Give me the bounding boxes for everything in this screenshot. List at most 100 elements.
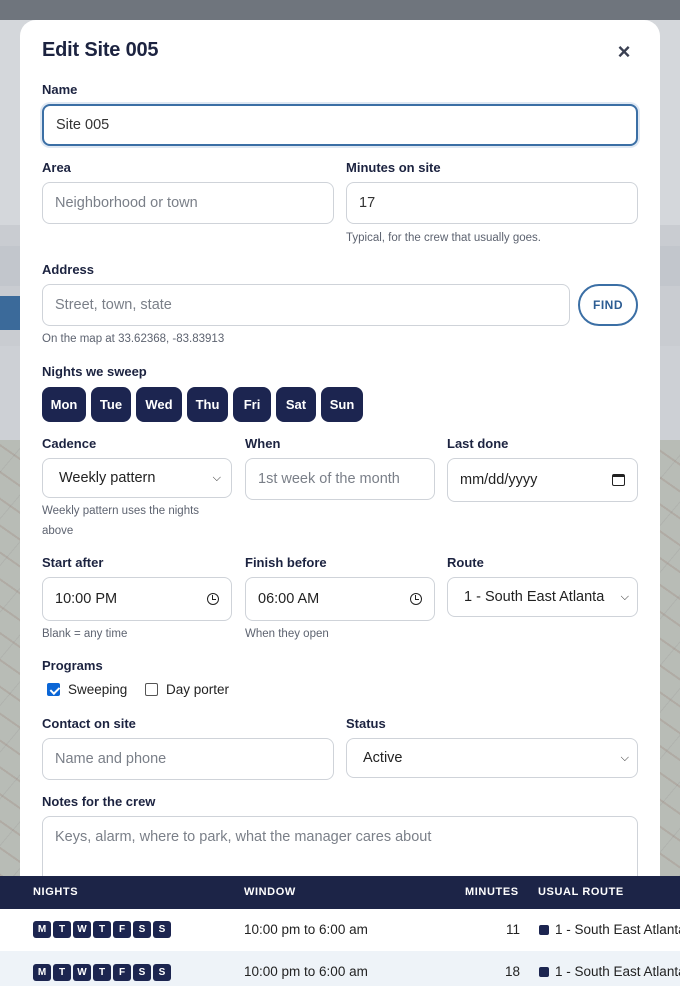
day-toggle-sun[interactable]: Sun [321, 387, 363, 422]
row-route-label: 1 - South East Atlanta [555, 922, 680, 937]
address-help: On the map at 33.62368, -83.83913 [42, 333, 225, 345]
cadence-select[interactable]: Weekly pattern ⌵ [42, 458, 232, 498]
when-input[interactable]: 1st week of the month [245, 458, 435, 500]
row-window: 10:00 pm to 6:00 am [244, 964, 368, 979]
finish-before-help: When they open [245, 628, 329, 640]
modal-title: Edit Site 005 [42, 39, 159, 61]
clock-icon[interactable] [207, 593, 219, 605]
chevron-down-icon: ⌵ [620, 590, 629, 603]
start-after-value: 10:00 PM [55, 591, 118, 607]
route-value: 1 - South East Atlanta [464, 589, 605, 605]
programs-label: Programs [42, 658, 103, 673]
route-label: Route [447, 555, 484, 570]
start-after-label: Start after [42, 555, 104, 570]
background-topbar [0, 0, 680, 20]
minutes-help: Typical, for the crew that usually goes. [346, 232, 541, 244]
day-toggle-tue[interactable]: Tue [91, 387, 131, 422]
find-button[interactable]: FIND [578, 284, 638, 326]
column-header-route[interactable]: USUAL ROUTE [538, 886, 624, 898]
row-nights: M T W T F S S [33, 964, 171, 981]
program-sweeping-label: Sweeping [68, 682, 128, 697]
notes-textarea[interactable]: Keys, alarm, where to park, what the man… [42, 816, 638, 876]
last-done-label: Last done [447, 436, 509, 451]
column-header-nights[interactable]: NIGHTS [33, 886, 78, 898]
day-badge: S [153, 964, 171, 981]
row-route-label: 1 - South East Atlanta [555, 964, 680, 979]
day-toggle-thu[interactable]: Thu [187, 387, 228, 422]
row-route: 1 - South East Atlanta [539, 922, 680, 937]
route-select[interactable]: 1 - South East Atlanta ⌵ [447, 577, 638, 617]
checkbox-unchecked-icon[interactable] [145, 683, 158, 696]
background-tab [0, 296, 20, 330]
start-after-input[interactable]: 10:00 PM [42, 577, 232, 621]
day-badge: W [73, 921, 91, 938]
status-select[interactable]: Active ⌵ [346, 738, 638, 778]
cadence-value: Weekly pattern [59, 470, 156, 486]
day-toggle-fri[interactable]: Fri [233, 387, 271, 422]
chevron-down-icon: ⌵ [620, 751, 629, 764]
row-window: 10:00 pm to 6:00 am [244, 922, 368, 937]
day-badge: S [133, 921, 151, 938]
column-header-window[interactable]: WINDOW [244, 886, 296, 898]
day-badge: T [93, 964, 111, 981]
status-label: Status [346, 716, 386, 731]
address-label: Address [42, 262, 95, 277]
area-label: Area [42, 160, 71, 175]
contact-label: Contact on site [42, 716, 136, 731]
name-label: Name [42, 82, 78, 97]
table-row[interactable]: M T W T F S S 10:00 pm to 6:00 am 11 1 -… [0, 909, 680, 950]
program-day-porter-checkbox[interactable]: Day porter [145, 682, 229, 697]
day-badge: S [153, 921, 171, 938]
sites-table: NIGHTS WINDOW MINUTES USUAL ROUTE M T W … [0, 876, 680, 986]
name-value: Site 005 [56, 117, 110, 133]
contact-placeholder: Name and phone [55, 751, 167, 767]
day-toggle-mon[interactable]: Mon [42, 387, 86, 422]
cadence-label: Cadence [42, 436, 97, 451]
nights-label: Nights we sweep [42, 364, 147, 379]
minutes-input[interactable]: 17 [346, 182, 638, 224]
finish-before-value: 06:00 AM [258, 591, 320, 607]
program-day-porter-label: Day porter [166, 682, 230, 697]
contact-input[interactable]: Name and phone [42, 738, 334, 780]
day-badge: M [33, 921, 51, 938]
day-badge: S [133, 964, 151, 981]
route-color-swatch [539, 967, 549, 977]
when-placeholder: 1st week of the month [258, 471, 400, 487]
address-input[interactable]: Street, town, state [42, 284, 570, 326]
day-toggle-wed[interactable]: Wed [136, 387, 182, 422]
checkbox-checked-icon[interactable] [47, 683, 60, 696]
program-sweeping-checkbox[interactable]: Sweeping [47, 682, 127, 697]
row-minutes: 18 [504, 964, 520, 979]
column-header-minutes[interactable]: MINUTES [465, 886, 519, 898]
minutes-label: Minutes on site [346, 160, 441, 175]
when-label: When [245, 436, 281, 451]
address-placeholder: Street, town, state [55, 297, 172, 313]
close-icon[interactable]: × [612, 40, 636, 64]
last-done-input[interactable]: mm/dd/yyyy [447, 458, 638, 502]
notes-label: Notes for the crew [42, 794, 156, 809]
day-badge: T [53, 964, 71, 981]
day-badge: F [113, 921, 131, 938]
day-badge: W [73, 964, 91, 981]
area-placeholder: Neighborhood or town [55, 195, 198, 211]
day-toggle-sat[interactable]: Sat [276, 387, 316, 422]
cadence-help: Weekly pattern uses the nights above [42, 505, 200, 537]
status-value: Active [363, 750, 403, 766]
last-done-value: mm/dd/yyyy [460, 472, 538, 488]
name-input[interactable]: Site 005 [42, 104, 638, 146]
area-input[interactable]: Neighborhood or town [42, 182, 334, 224]
row-route: 1 - South East Atlanta [539, 964, 680, 979]
chevron-down-icon: ⌵ [212, 471, 221, 484]
day-badge: M [33, 964, 51, 981]
table-header: NIGHTS WINDOW MINUTES USUAL ROUTE [0, 876, 680, 909]
clock-icon[interactable] [410, 593, 422, 605]
calendar-icon[interactable] [612, 474, 625, 486]
finish-before-label: Finish before [245, 555, 327, 570]
start-after-help: Blank = any time [42, 628, 128, 640]
route-color-swatch [539, 925, 549, 935]
row-nights: M T W T F S S [33, 921, 171, 938]
table-row[interactable]: M T W T F S S 10:00 pm to 6:00 am 18 1 -… [0, 951, 680, 986]
day-badge: F [113, 964, 131, 981]
finish-before-input[interactable]: 06:00 AM [245, 577, 435, 621]
nights-day-toggles: Mon Tue Wed Thu Fri Sat Sun [42, 387, 363, 422]
